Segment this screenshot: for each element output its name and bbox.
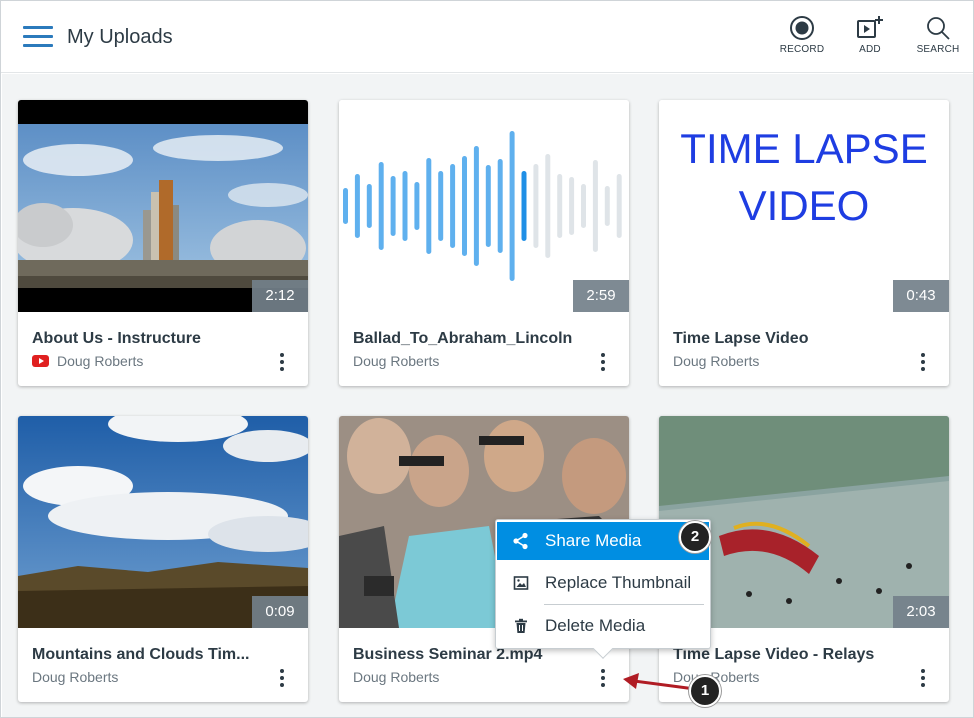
- waveform-bar: [438, 171, 444, 241]
- thumb-text-line: TIME LAPSE: [680, 125, 927, 172]
- waveform-bar: [414, 182, 420, 230]
- media-thumbnail[interactable]: TIME LAPSE VIDEO 0:43: [659, 100, 949, 312]
- waveform-bar: [533, 164, 539, 248]
- callout-badge: 1: [689, 675, 721, 707]
- add-label: ADD: [859, 44, 881, 55]
- hamburger-menu-icon[interactable]: [23, 26, 53, 48]
- waveform-bar: [426, 158, 432, 254]
- owner-name: Doug Roberts: [673, 353, 760, 369]
- waveform-bar: [604, 186, 610, 226]
- search-label: SEARCH: [916, 44, 960, 55]
- duration-badge: 0:09: [252, 596, 308, 628]
- owner-name: Doug Roberts: [353, 353, 440, 369]
- thumb-text-line: VIDEO: [739, 182, 870, 229]
- duration-badge: 0:43: [893, 280, 949, 312]
- media-title[interactable]: About Us - Instructure: [32, 330, 201, 348]
- waveform-bar: [354, 174, 360, 238]
- add-button[interactable]: ADD: [846, 15, 894, 63]
- duration-badge: 2:59: [573, 280, 629, 312]
- media-thumbnail[interactable]: 2:12: [18, 100, 308, 312]
- header-bar: My Uploads RECORD ADD SEARCH: [1, 1, 973, 73]
- waveform-bar: [557, 174, 563, 238]
- media-owner: Doug Roberts: [353, 669, 439, 685]
- media-title[interactable]: Ballad_To_Abraham_Lincoln: [353, 330, 572, 348]
- more-options-icon[interactable]: [593, 350, 613, 374]
- media-card[interactable]: 2:59 Ballad_To_Abraham_Lincoln Doug Robe…: [339, 100, 629, 386]
- callout-badge: 2: [679, 521, 711, 553]
- waveform-bar: [485, 165, 491, 247]
- media-title[interactable]: Mountains and Clouds Tim...: [32, 646, 249, 664]
- media-card[interactable]: TIME LAPSE VIDEO 0:43 Time Lapse Video D…: [659, 100, 949, 386]
- waveform-bar: [592, 160, 598, 252]
- more-options-icon[interactable]: [593, 666, 613, 690]
- menu-item-delete-media[interactable]: Delete Media: [497, 607, 709, 645]
- waveform-bar: [402, 171, 408, 241]
- media-owner: Doug Roberts: [353, 353, 439, 369]
- more-options-icon[interactable]: [272, 350, 292, 374]
- more-options-icon[interactable]: [913, 666, 933, 690]
- duration-badge: 2:12: [252, 280, 308, 312]
- app-window: My Uploads RECORD ADD SEARCH 2:12 About …: [0, 0, 974, 718]
- waveform-bar: [497, 159, 503, 253]
- waveform-bar: [509, 131, 515, 281]
- duration-badge: 2:03: [893, 596, 949, 628]
- waveform-bar: [378, 162, 384, 250]
- waveform-bar: [569, 177, 575, 235]
- media-card[interactable]: 2:12 About Us - Instructure Doug Roberts: [18, 100, 308, 386]
- media-thumbnail[interactable]: 0:09: [18, 416, 308, 628]
- page-title: My Uploads: [67, 26, 173, 48]
- menu-item-share-media[interactable]: Share Media: [497, 522, 709, 560]
- menu-item-replace-thumbnail[interactable]: Replace Thumbnail: [497, 564, 709, 602]
- waveform-bar: [343, 188, 348, 224]
- media-grid: 2:12 About Us - Instructure Doug Roberts…: [2, 74, 973, 717]
- menu-item-label: Share Media: [545, 531, 642, 550]
- waveform-bar: [390, 176, 396, 236]
- media-card[interactable]: 0:09 Mountains and Clouds Tim... Doug Ro…: [18, 416, 308, 702]
- owner-name: Doug Roberts: [353, 669, 440, 685]
- media-owner: Doug Roberts: [32, 353, 143, 369]
- more-options-icon[interactable]: [913, 350, 933, 374]
- media-thumbnail[interactable]: 2:59: [339, 100, 629, 312]
- media-title[interactable]: Time Lapse Video: [673, 330, 808, 348]
- waveform-bar: [581, 184, 586, 228]
- owner-name: Doug Roberts: [57, 353, 144, 369]
- add-media-icon: [857, 16, 883, 38]
- record-label: RECORD: [779, 44, 825, 55]
- record-button[interactable]: RECORD: [778, 15, 826, 63]
- record-icon: [790, 16, 814, 40]
- waveform-bar: [545, 154, 551, 258]
- menu-divider: [544, 604, 704, 605]
- trash-icon: [515, 618, 527, 633]
- more-options-icon[interactable]: [272, 666, 292, 690]
- waveform-bar: [366, 184, 372, 228]
- search-button[interactable]: SEARCH: [914, 15, 962, 63]
- youtube-icon: [32, 355, 49, 367]
- menu-item-label: Replace Thumbnail: [545, 573, 692, 592]
- image-icon: [513, 576, 529, 590]
- owner-name: Doug Roberts: [32, 669, 119, 685]
- waveform-bar: [521, 171, 527, 241]
- search-icon: [927, 17, 950, 40]
- waveform-bar: [473, 146, 479, 266]
- share-icon: [513, 532, 528, 550]
- waveform-bar: [462, 156, 467, 256]
- waveform-bar: [616, 174, 622, 238]
- media-owner: Doug Roberts: [673, 353, 759, 369]
- waveform-bar: [450, 164, 456, 248]
- menu-item-label: Delete Media: [545, 616, 646, 635]
- media-owner: Doug Roberts: [32, 669, 118, 685]
